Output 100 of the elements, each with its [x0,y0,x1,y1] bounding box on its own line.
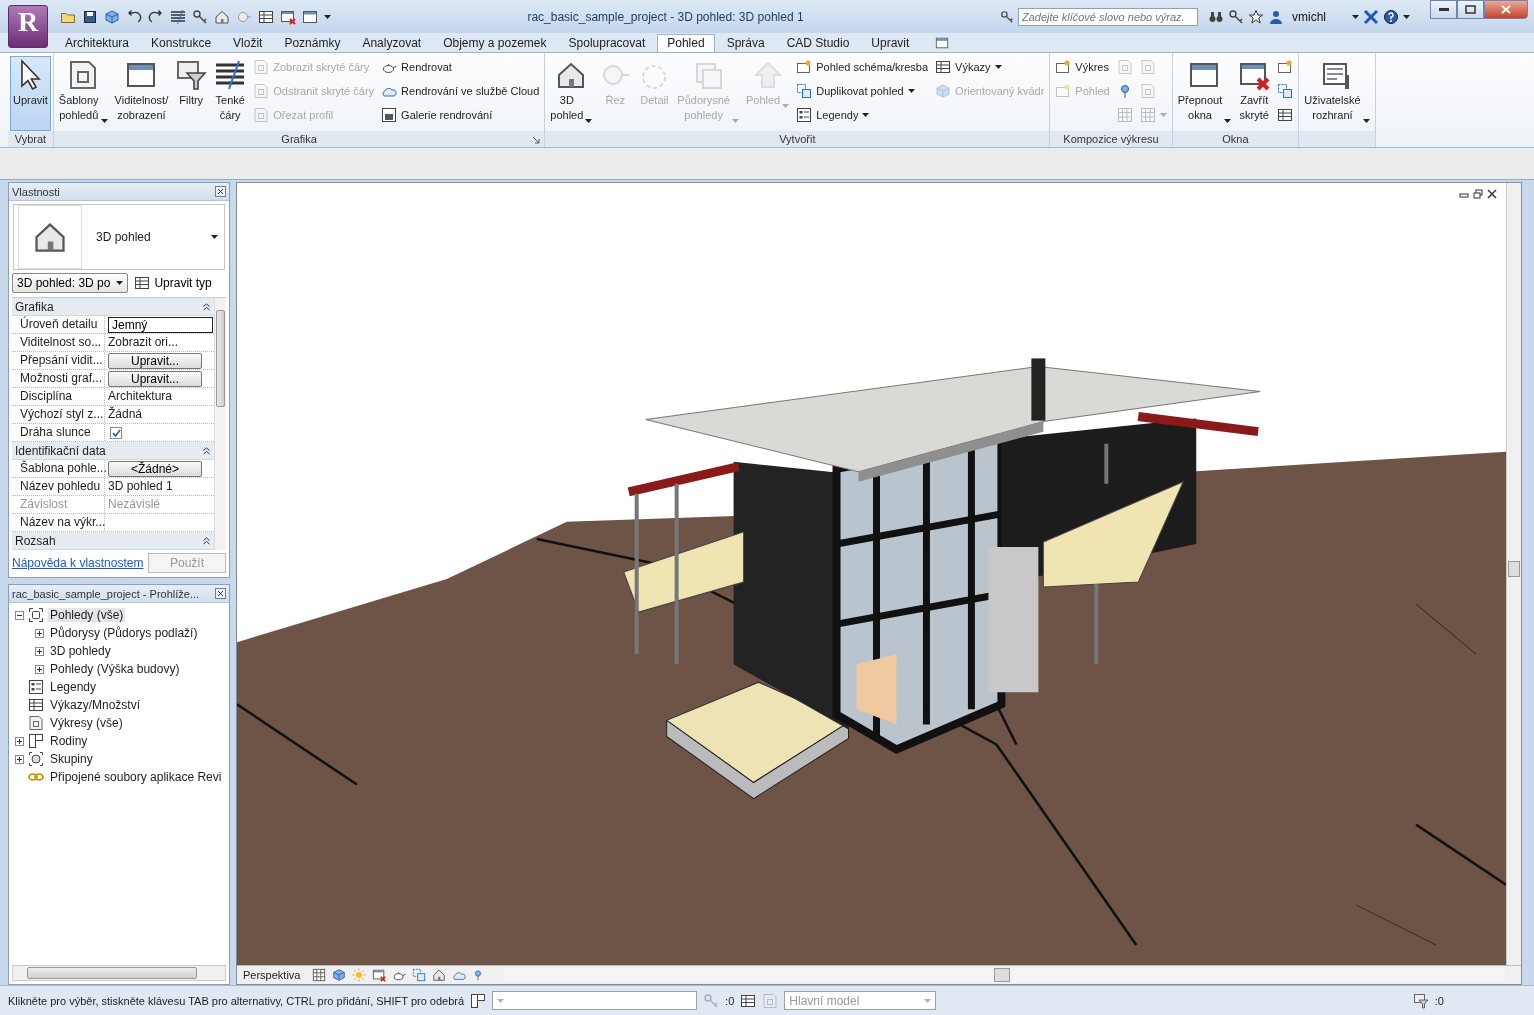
ribbon-button[interactable]: Výkazy [934,56,1046,78]
tree-item[interactable]: Pohledy (Výška budovy) [48,662,182,676]
collapse-icon [203,536,210,545]
property-field[interactable]: Jemný [108,316,213,333]
ribbon-tab[interactable]: Spolupracovat [558,34,656,52]
help-link[interactable]: Nápověda k vlastnostem [12,556,144,570]
caret-icon [585,119,593,123]
property-name: Možnosti graf... [12,370,105,387]
blocks-icon [470,992,487,1009]
vertical-scrollbar[interactable] [1506,183,1521,965]
minimize-icon [1438,7,1449,12]
restore-icon[interactable] [1473,189,1483,199]
ribbon-button[interactable]: Pohled schéma/kresba [795,56,930,78]
close-icon[interactable] [215,186,226,197]
minimize-button[interactable] [1430,0,1457,19]
ribbon-tab[interactable]: Vložit [223,34,273,52]
caret-icon [211,235,218,239]
ribbon-button[interactable]: Viditelnost/ zobrazení [111,56,172,131]
caret-icon [1403,14,1410,19]
close-button[interactable] [1484,0,1528,19]
tree-item[interactable]: 3D pohledy [48,644,113,658]
tree-item[interactable]: Legendy [48,680,99,694]
user-name[interactable]: vmichl [1292,9,1326,24]
ribbon-button[interactable]: Galerie rendrování [380,104,541,126]
dialog-launcher-icon[interactable] [533,137,541,144]
ribbon-tab[interactable]: Upravit [861,34,920,52]
section-header[interactable]: Rozsah [12,532,214,550]
ribbon-button[interactable]: Šablony pohledů [55,56,111,131]
lines-icon [170,8,186,25]
property-value: Nezávislé [108,496,161,513]
sheet-icon [1055,83,1072,99]
funnel-icon [175,59,208,91]
cross-mark-icon [1363,8,1379,25]
tree-item[interactable]: Připojené soubory aplikace Revi [48,770,224,784]
edit-button[interactable]: Upravit... [108,370,202,387]
ribbon-button[interactable]: Filtry [172,56,211,131]
ribbon-button[interactable]: Výkres [1054,56,1111,78]
caret-icon [907,89,915,93]
edit-button[interactable]: <Žádné> [108,460,202,477]
ribbon-button[interactable]: Přepnout okna [1174,56,1235,131]
search-field[interactable]: Zadejte klíčové slovo nebo výraz. [1018,7,1198,26]
ribbon-button[interactable]: Upravit [10,56,51,131]
section-header[interactable]: Identifikační data [12,442,214,460]
ribbon-button[interactable]: Zavřít skryté [1235,56,1274,131]
group-icon [28,751,44,767]
application-menu-button[interactable]: R [8,5,48,48]
horizontal-scrollbar[interactable] [12,965,226,981]
panel-title: Vlastnosti [12,185,60,198]
collapse-icon[interactable] [15,610,24,620]
panel-title: Grafika [281,133,317,145]
edit-button[interactable]: Upravit... [108,352,202,369]
close-icon[interactable] [215,588,226,599]
caret-icon [1362,119,1370,123]
ribbon-button[interactable]: Uživatelské rozhraní [1301,56,1373,131]
ribbon-tab[interactable]: Konstrukce [141,34,222,52]
checkbox[interactable] [110,426,122,439]
ribbon-tab[interactable]: CAD Studio [776,34,860,52]
status-message: Klikněte pro výběr, stiskněte klávesu TAB pro alternativy, CTRL pro přidání, SHIFT pro odebrá [8,994,465,1007]
expand-icon[interactable] [35,664,44,674]
ribbon-button[interactable]: 3D pohled [547,56,596,131]
ribbon-button[interactable]: Rendrovat [380,56,541,78]
type-selector[interactable]: 3D pohled [13,204,225,270]
house-icon [214,8,230,25]
tree-item[interactable]: Rodiny [48,734,90,748]
tree-item[interactable]: Výkresy (vše) [48,716,125,730]
ribbon-tab[interactable]: Poznámky [274,34,351,52]
ribbon-button[interactable]: Rendrování ve službě Cloud [380,80,541,102]
expand-icon[interactable] [35,646,44,656]
window-icon [302,8,318,25]
key-icon [703,992,720,1009]
page-icon [28,715,44,731]
cube-icon [935,83,952,99]
ribbon-tab[interactable]: Správa [716,34,775,52]
ribbon-tab[interactable]: Objemy a pozemek [433,34,557,52]
view-mode-label[interactable]: Perspektiva [243,969,301,981]
up-arrow-icon [751,59,784,91]
ribbon-tab[interactable]: Pohled [657,34,715,52]
tree-item[interactable]: Pohledy (vše) [48,608,126,622]
expand-icon[interactable] [35,628,44,638]
maximize-button[interactable] [1457,0,1484,19]
ribbon-tab[interactable]: Architektura [55,34,140,52]
tree-item[interactable]: Půdorysy (Půdorys podlaží) [48,626,200,640]
instance-dropdown[interactable]: 3D pohled: 3D po [12,273,129,293]
section-header[interactable]: Grafika [12,298,214,316]
edit-type-button[interactable]: Upravit typ [134,275,212,291]
workset-dropdown[interactable] [492,991,698,1010]
ribbon-button[interactable]: Duplikovat pohled [795,80,930,102]
horizontal-scrollbar[interactable] [504,968,1505,982]
editing-count: :0 [725,994,735,1007]
ribbon-button[interactable]: Legendy [795,104,930,126]
close-icon [1501,5,1511,14]
grid-icon [312,968,327,982]
ribbon-button[interactable]: Tenké čáry [211,56,250,131]
ribbon-tab[interactable]: Analyzovat [352,34,432,52]
vertical-scrollbar[interactable] [214,298,226,550]
tree-item[interactable]: Skupiny [48,752,95,766]
expand-icon[interactable] [15,736,24,746]
close-icon[interactable] [1487,189,1497,199]
expand-icon[interactable] [15,754,24,764]
tree-item[interactable]: Výkazy/Množství [48,698,143,712]
